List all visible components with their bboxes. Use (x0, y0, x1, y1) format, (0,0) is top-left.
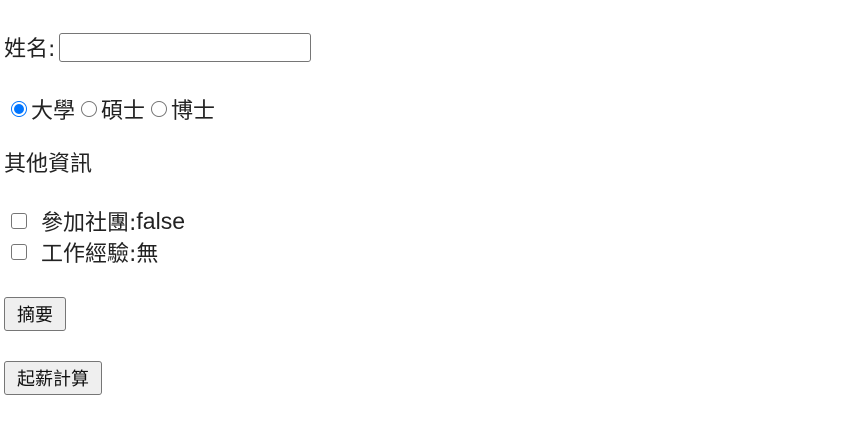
club-row: 參加社團: false (11, 206, 185, 236)
summary-button[interactable]: 摘要 (4, 297, 66, 331)
degree-radio-master[interactable] (81, 101, 98, 117)
other-info-heading: 其他資訊 (4, 152, 93, 177)
name-label: 姓名: (4, 37, 56, 62)
degree-label-phd: 博士 (171, 99, 216, 124)
experience-checkbox[interactable] (11, 244, 27, 260)
club-value: false (136, 207, 186, 234)
degree-label-university: 大學 (31, 99, 76, 124)
club-checkbox[interactable] (11, 213, 27, 229)
experience-row: 工作經驗: 無 (11, 237, 158, 267)
degree-radio-group: 大學 碩士 博士 (11, 94, 221, 124)
salary-calc-button[interactable]: 起薪計算 (4, 361, 102, 395)
degree-radio-university[interactable] (11, 101, 27, 117)
club-label: 參加社團: (41, 211, 137, 236)
experience-value: 無 (136, 242, 159, 267)
experience-label: 工作經驗: (41, 242, 137, 267)
name-input[interactable] (59, 32, 312, 62)
degree-radio-phd[interactable] (151, 101, 168, 117)
degree-label-master: 碩士 (101, 99, 146, 124)
name-row: 姓名: (4, 30, 312, 64)
